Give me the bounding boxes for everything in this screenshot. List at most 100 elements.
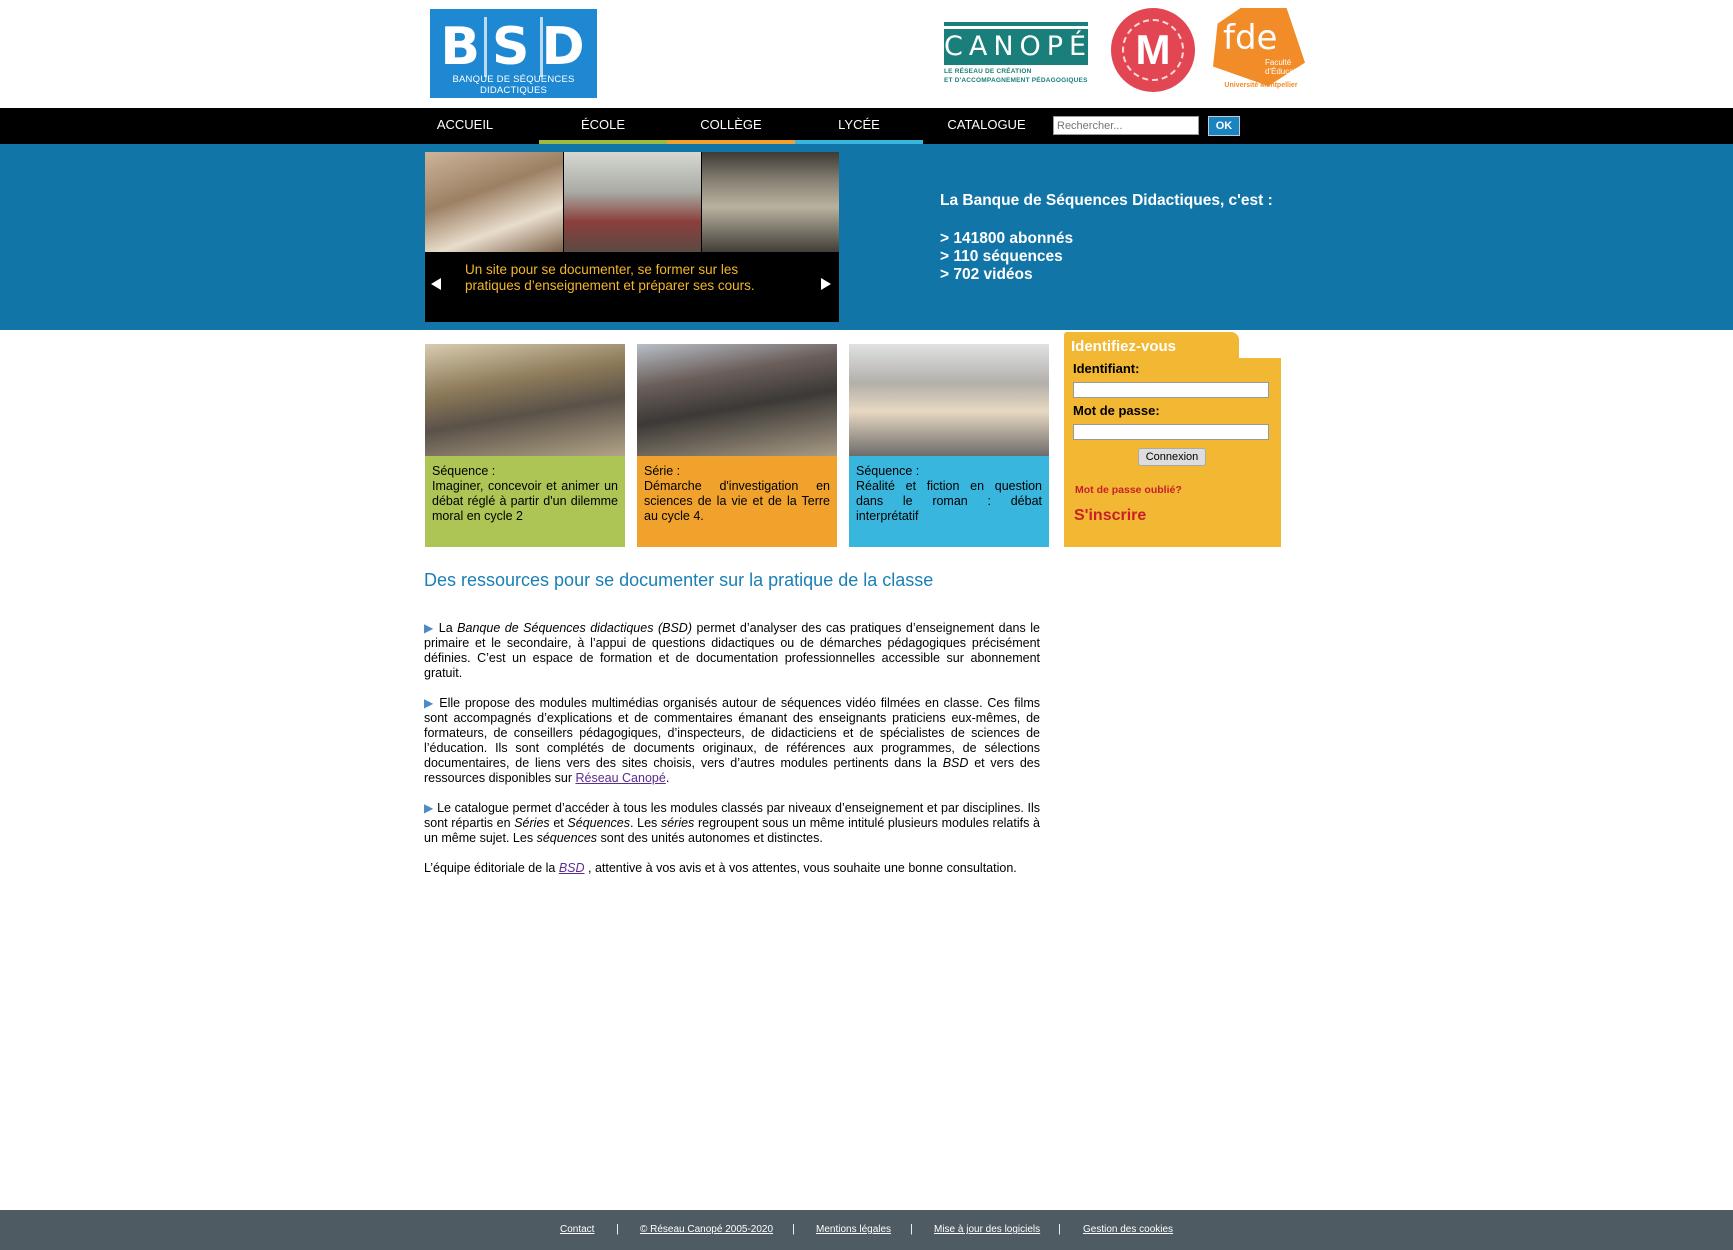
- canope-logo-sub-line: ET D'ACCOMPAGNEMENT PÉDAGOGIQUES: [944, 77, 1088, 84]
- text: sont des unités autonomes et distinctes.: [597, 831, 823, 845]
- featured-card-title[interactable]: Réalité et fiction en question dans le r…: [856, 479, 1042, 524]
- footer-separator: |: [616, 1223, 619, 1235]
- featured-card-photo[interactable]: [425, 344, 625, 456]
- nav-lycee[interactable]: LYCÉE: [795, 108, 923, 144]
- featured-card-type: Séquence :: [432, 464, 496, 478]
- password-label: Mot de passe:: [1073, 403, 1160, 418]
- nav-item-label: CATALOGUE: [947, 117, 1026, 132]
- nav-item-label: ÉCOLE: [580, 117, 626, 132]
- bsd-logo-divider: [484, 17, 487, 77]
- text: .: [665, 771, 670, 785]
- article-paragraph: L’équipe éditoriale de la BSD , attentiv…: [424, 861, 1040, 876]
- nav-item-label: COLLÈGE: [700, 117, 762, 132]
- text-emphasis: Séries: [514, 816, 550, 830]
- text: et: [549, 816, 568, 830]
- footer-updates-link[interactable]: Mise à jour des logiciels: [934, 1224, 1040, 1235]
- site-footer: Contact | © Réseau Canopé 2005-2020 | Me…: [0, 1210, 1733, 1250]
- text: , attentive à vos avis et à vos attentes…: [584, 861, 1017, 875]
- search-input[interactable]: [1053, 116, 1199, 135]
- canope-logo[interactable]: CANOPÉ LE RÉSEAU DE CRÉATION ET D'ACCOMP…: [944, 22, 1088, 84]
- footer-separator: |: [792, 1223, 795, 1235]
- stat-videos: > 702 vidéos: [940, 266, 1033, 283]
- triangle-bullet-icon: ▶: [424, 621, 435, 635]
- footer-cookies-link[interactable]: Gestion des cookies: [1083, 1224, 1173, 1235]
- featured-card[interactable]: Séquence : Réalité et fiction en questio…: [849, 344, 1049, 547]
- login-tab: Identifiez-vous: [1064, 332, 1239, 358]
- featured-card-type: Séquence :: [856, 464, 920, 478]
- bsd-link[interactable]: BSD: [559, 861, 585, 875]
- hero-banner: Un site pour se documenter, se former su…: [0, 144, 1733, 330]
- intro-article: Des ressources pour se documenter sur la…: [424, 570, 1040, 891]
- triangle-bullet-icon: ▶: [424, 801, 434, 815]
- password-field[interactable]: [1073, 424, 1269, 440]
- featured-card-text: Séquence : Réalité et fiction en questio…: [856, 464, 1042, 524]
- text: La: [438, 621, 458, 635]
- featured-card[interactable]: Séquence : Imaginer, concevoir et animer…: [425, 344, 625, 547]
- slideshow-next-icon[interactable]: [821, 278, 831, 290]
- article-paragraph: ▶ Le catalogue permet d’accéder à tous l…: [424, 801, 1040, 846]
- text: . Les: [629, 816, 661, 830]
- fde-logo[interactable]: fde Faculté d'Éducation Université Montp…: [1213, 8, 1309, 92]
- article-heading: Des ressources pour se documenter sur la…: [424, 570, 934, 590]
- canope-logo-word: CANOPÉ: [944, 29, 1088, 65]
- footer-copyright-link[interactable]: © Réseau Canopé 2005-2020: [640, 1224, 773, 1235]
- forgot-password-link[interactable]: Mot de passe oublié?: [1075, 484, 1182, 496]
- text-emphasis: BSD: [942, 756, 969, 770]
- featured-card-type: Série :: [644, 464, 681, 478]
- nav-college[interactable]: COLLÈGE: [667, 108, 795, 144]
- featured-card-title[interactable]: Imaginer, concevoir et animer un débat r…: [432, 479, 618, 524]
- univ-logo-letter: M: [1135, 26, 1171, 73]
- text-emphasis: séries: [660, 816, 695, 830]
- login-form: Identifiant: Mot de passe: Connexion Mot…: [1064, 358, 1281, 547]
- text-emphasis: séquences: [536, 831, 598, 845]
- hero-stats-title: La Banque de Séquences Didactiques, c'es…: [940, 192, 1273, 209]
- stat-subscribers: > 141800 abonnés: [940, 230, 1074, 247]
- reseau-canope-link[interactable]: Réseau Canopé: [575, 771, 665, 785]
- signup-link[interactable]: S'inscrire: [1074, 507, 1146, 525]
- slideshow-photo: [702, 152, 839, 252]
- text: L’équipe éditoriale de la: [424, 861, 559, 875]
- featured-card-text: Série : Démarche d'investigation en scie…: [644, 464, 830, 524]
- nav-item-label: LYCÉE: [838, 117, 880, 132]
- featured-card-photo[interactable]: [849, 344, 1049, 456]
- featured-card-photo[interactable]: [637, 344, 837, 456]
- identifiant-field[interactable]: [1073, 382, 1269, 398]
- slideshow-photo: [425, 152, 563, 252]
- bsd-logo-letters: BSD: [440, 17, 597, 77]
- canope-logo-sub-line: LE RÉSEAU DE CRÉATION: [944, 68, 1032, 75]
- bsd-logo-subtitle: BANQUE DE SÉQUENCES DIDACTIQUES: [452, 74, 575, 96]
- identifiant-label: Identifiant:: [1073, 361, 1140, 376]
- hero-stats: La Banque de Séquences Didactiques, c'es…: [940, 192, 1273, 284]
- site-header: BSD BANQUE DE SÉQUENCES DIDACTIQUES CANO…: [0, 0, 1733, 108]
- slideshow: Un site pour se documenter, se former su…: [425, 152, 839, 322]
- slideshow-photo: [564, 152, 701, 252]
- footer-contact-link[interactable]: Contact: [560, 1224, 594, 1235]
- stat-sequences: > 110 séquences: [940, 248, 1063, 265]
- bsd-logo[interactable]: BSD BANQUE DE SÉQUENCES DIDACTIQUES: [430, 9, 597, 98]
- nav-catalogue[interactable]: CATALOGUE: [940, 108, 1033, 144]
- footer-separator: |: [910, 1223, 913, 1235]
- canope-logo-subtitle: LE RÉSEAU DE CRÉATION ET D'ACCOMPAGNEMEN…: [944, 67, 1088, 85]
- bsd-logo-divider: [540, 17, 543, 77]
- featured-card-text: Séquence : Imaginer, concevoir et animer…: [432, 464, 618, 524]
- login-title: Identifiez-vous: [1071, 338, 1177, 355]
- slideshow-prev-icon[interactable]: [431, 278, 441, 290]
- fde-logo-subtitle: Faculté d'Éducation: [1265, 58, 1307, 76]
- fde-logo-university: Université Montpellier: [1224, 82, 1298, 89]
- featured-card[interactable]: Série : Démarche d'investigation en scie…: [637, 344, 837, 547]
- main-nav: ACCUEIL ÉCOLE COLLÈGE LYCÉE CATALOGUE OK: [0, 108, 1733, 144]
- nav-item-label: ACCUEIL: [436, 117, 494, 132]
- search-button[interactable]: OK: [1208, 116, 1240, 136]
- connexion-button[interactable]: Connexion: [1138, 448, 1206, 466]
- canope-logo-top-band: [944, 22, 1088, 26]
- text-emphasis: Séquences: [567, 816, 630, 830]
- article-paragraph: ▶ Elle propose des modules multimédias o…: [424, 696, 1040, 786]
- footer-mentions-link[interactable]: Mentions légales: [816, 1224, 891, 1235]
- triangle-bullet-icon: ▶: [424, 696, 435, 710]
- fde-logo-word: fde: [1223, 18, 1278, 58]
- footer-separator: |: [1058, 1223, 1061, 1235]
- nav-ecole[interactable]: ÉCOLE: [539, 108, 667, 144]
- featured-card-title[interactable]: Démarche d'investigation en sciences de …: [644, 479, 830, 524]
- universite-montpellier-logo[interactable]: M: [1111, 8, 1195, 92]
- nav-accueil[interactable]: ACCUEIL: [426, 108, 504, 144]
